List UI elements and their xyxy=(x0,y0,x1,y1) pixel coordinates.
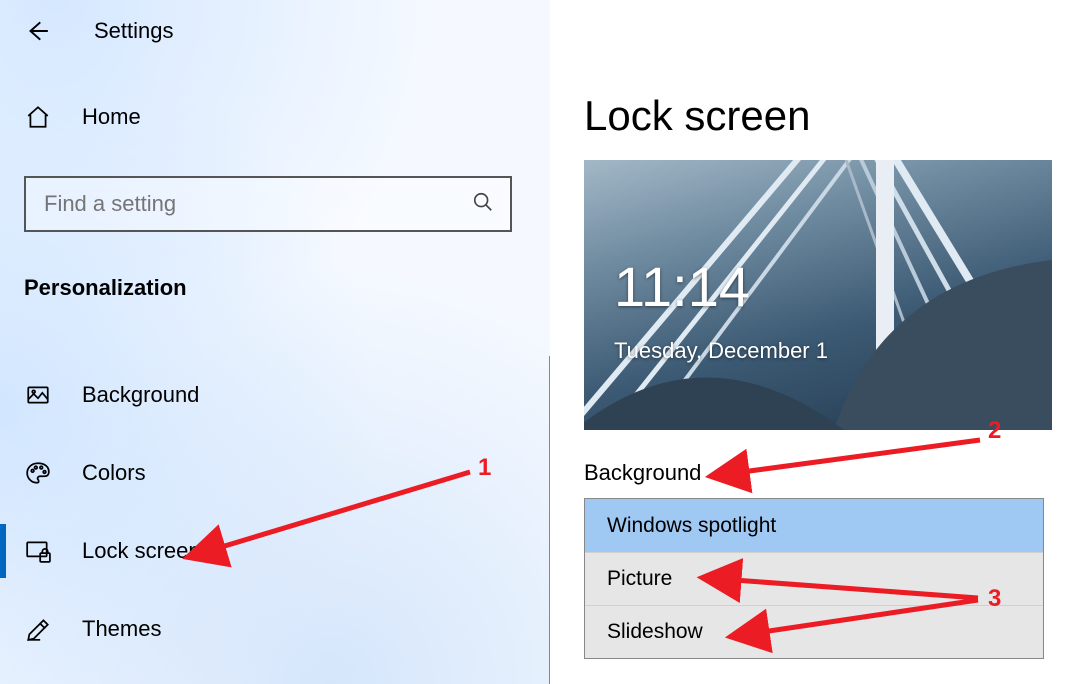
dropdown-option-label: Windows spotlight xyxy=(607,514,776,538)
back-button[interactable] xyxy=(24,18,50,48)
sidebar-item-label: Lock screen xyxy=(82,538,201,564)
preview-date: Tuesday, December 1 xyxy=(614,338,828,364)
dropdown-option-picture[interactable]: Picture xyxy=(585,552,1043,605)
palette-icon xyxy=(24,460,52,486)
sidebar-home-label: Home xyxy=(82,104,141,130)
app-title: Settings xyxy=(94,18,174,44)
pane-divider xyxy=(549,356,550,684)
picture-icon xyxy=(24,382,52,408)
sidebar-item-label: Colors xyxy=(82,460,146,486)
preview-time: 11:14 xyxy=(614,254,750,319)
background-dropdown[interactable]: Windows spotlight Picture Slideshow xyxy=(584,498,1044,659)
sidebar-home[interactable]: Home xyxy=(24,104,141,130)
pencil-icon xyxy=(24,616,52,642)
sidebar: Settings Home Personalization Background… xyxy=(0,0,550,684)
sidebar-item-background[interactable]: Background xyxy=(0,356,550,434)
sidebar-item-label: Themes xyxy=(82,616,161,642)
background-label: Background xyxy=(584,460,701,486)
lockscreen-preview: 11:14 Tuesday, December 1 xyxy=(584,160,1052,430)
dropdown-option-spotlight[interactable]: Windows spotlight xyxy=(585,499,1043,552)
sidebar-item-lock-screen[interactable]: Lock screen xyxy=(0,512,550,590)
sidebar-item-colors[interactable]: Colors xyxy=(0,434,550,512)
sidebar-nav: Background Colors Lock screen Themes xyxy=(0,356,550,668)
page-title: Lock screen xyxy=(584,92,810,140)
sidebar-item-label: Background xyxy=(82,382,199,408)
sidebar-category: Personalization xyxy=(24,275,187,301)
search-box[interactable] xyxy=(24,176,512,232)
main: Lock screen 11:14 Tuesday, December 1 Ba… xyxy=(584,0,1080,684)
search-icon xyxy=(472,191,494,218)
dropdown-option-label: Picture xyxy=(607,567,672,591)
dropdown-option-slideshow[interactable]: Slideshow xyxy=(585,605,1043,658)
sidebar-item-themes[interactable]: Themes xyxy=(0,590,550,668)
lockscreen-icon xyxy=(24,538,52,564)
home-icon xyxy=(24,104,52,130)
dropdown-option-label: Slideshow xyxy=(607,620,703,644)
search-input[interactable] xyxy=(42,190,472,218)
